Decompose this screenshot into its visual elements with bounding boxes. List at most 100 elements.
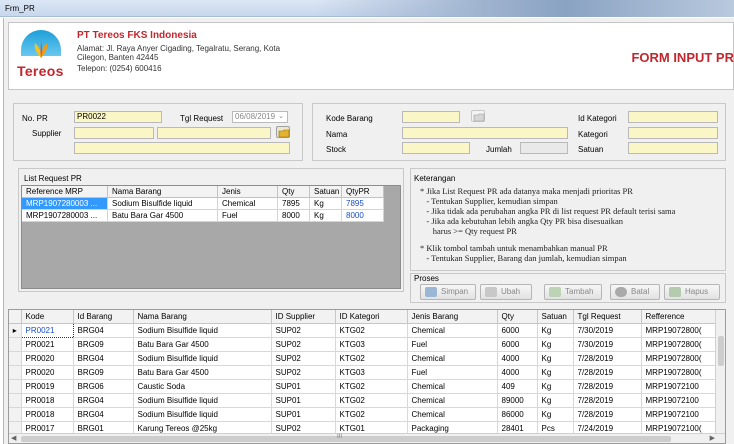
lr-col-qty[interactable]: Qty	[278, 186, 310, 198]
col-tgl-request[interactable]: Tgl Request	[573, 310, 642, 324]
table-cell[interactable]: KTG03	[335, 337, 408, 352]
table-cell[interactable]: MRP19072800(	[641, 323, 718, 338]
kode-barang-field[interactable]	[402, 111, 460, 123]
tambah-button[interactable]: Tambah	[544, 284, 602, 300]
lr-cell[interactable]: 8000	[278, 210, 310, 222]
col-id-barang[interactable]: Id Barang	[73, 310, 134, 324]
row-header[interactable]	[9, 351, 22, 366]
table-cell[interactable]: Kg	[537, 379, 574, 394]
vertical-scrollbar[interactable]	[715, 310, 725, 434]
jumlah-field[interactable]	[520, 142, 568, 154]
lr-cell[interactable]: Kg	[310, 210, 342, 222]
lr-col-nama[interactable]: Nama Barang	[108, 186, 218, 198]
table-cell[interactable]: KTG02	[335, 323, 408, 338]
hapus-button[interactable]: Hapus	[664, 284, 720, 300]
col-qty[interactable]: Qty	[497, 310, 538, 324]
lr-cell[interactable]: Fuel	[218, 210, 278, 222]
table-cell[interactable]: Sodium Bisulfide liquid	[133, 323, 272, 338]
table-cell[interactable]: 86000	[497, 407, 538, 422]
table-cell[interactable]: Fuel	[407, 365, 498, 380]
vertical-scroll-thumb[interactable]	[718, 336, 724, 366]
table-cell[interactable]: PR0018	[21, 393, 74, 408]
row-header[interactable]	[9, 407, 22, 422]
ubah-button[interactable]: Ubah	[480, 284, 532, 300]
table-cell[interactable]: PR0021	[20, 322, 74, 338]
table-row[interactable]: PR0021 BRG09 Batu Bara Gar 4500 SUP02 KTG03 F…	[9, 337, 718, 352]
table-cell[interactable]: Chemical	[407, 379, 498, 394]
kategori-field[interactable]	[628, 127, 718, 139]
table-cell[interactable]: PR0021	[21, 337, 74, 352]
table-cell[interactable]: MRP19072100	[641, 379, 718, 394]
supplier-name-field[interactable]	[157, 127, 271, 139]
lr-cell[interactable]: Sodium Bisulfide liquid	[108, 198, 218, 210]
table-cell[interactable]: Kg	[537, 365, 574, 380]
lr-cell[interactable]: Batu Bara Gar 4500	[108, 210, 218, 222]
no-pr-field[interactable]: PR0022	[74, 111, 162, 123]
lr-cell-qtypr[interactable]: 8000	[342, 210, 384, 222]
table-cell[interactable]: Kg	[537, 351, 574, 366]
table-cell[interactable]: 7/28/2019	[573, 365, 642, 380]
col-id-supplier[interactable]: ID Supplier	[271, 310, 336, 324]
table-cell[interactable]: BRG04	[73, 407, 134, 422]
horizontal-scroll-thumb[interactable]: III	[21, 434, 671, 442]
lr-cell[interactable]: MRP1907280003 ...	[22, 210, 108, 222]
table-cell[interactable]: BRG04	[73, 351, 134, 366]
col-kode[interactable]: Kode	[21, 310, 74, 324]
window-title-bar[interactable]: Frm_PR	[0, 0, 734, 17]
nama-barang-field[interactable]	[402, 127, 568, 139]
table-cell[interactable]: Chemical	[407, 323, 498, 338]
table-cell[interactable]: Sodium Bisulfide liquid	[133, 393, 272, 408]
table-cell[interactable]: 7/28/2019	[573, 393, 642, 408]
simpan-button[interactable]: Simpan	[420, 284, 476, 300]
table-cell[interactable]: 89000	[497, 393, 538, 408]
lr-cell[interactable]: 7895	[278, 198, 310, 210]
table-cell[interactable]: SUP01	[271, 393, 336, 408]
table-cell[interactable]: Caustic Soda	[133, 379, 272, 394]
table-cell[interactable]: 4000	[497, 365, 538, 380]
table-cell[interactable]: SUP02	[271, 365, 336, 380]
col-refference[interactable]: Refference	[641, 310, 718, 324]
pr-table[interactable]: Kode Id Barang Nama Barang ID Supplier I…	[9, 310, 718, 436]
stock-field[interactable]	[402, 142, 470, 154]
table-cell[interactable]: 7/30/2019	[573, 323, 642, 338]
table-cell[interactable]: 6000	[497, 323, 538, 338]
table-cell[interactable]: MRP19072100	[641, 393, 718, 408]
table-cell[interactable]: PR0020	[21, 365, 74, 380]
table-cell[interactable]: SUP01	[271, 407, 336, 422]
supplier-id-field[interactable]	[74, 127, 154, 139]
table-row[interactable]: PR0018 BRG04 Sodium Bisulfide liquid SUP01 K…	[9, 393, 718, 408]
table-cell[interactable]: MRP19072800(	[641, 365, 718, 380]
table-cell[interactable]: 7/30/2019	[573, 337, 642, 352]
lr-col-reference[interactable]: Reference MRP	[22, 186, 108, 198]
table-cell[interactable]: 7/28/2019	[573, 379, 642, 394]
table-cell[interactable]: Batu Bara Gar 4500	[133, 365, 272, 380]
table-cell[interactable]: MRP19072100	[641, 407, 718, 422]
table-cell[interactable]: BRG04	[73, 323, 134, 338]
table-cell[interactable]: SUP02	[271, 351, 336, 366]
current-row-indicator[interactable]: ▸	[9, 323, 22, 338]
table-cell[interactable]: Sodium Bisulfide liquid	[133, 407, 272, 422]
lr-cell[interactable]: Chemical	[218, 198, 278, 210]
table-cell[interactable]: Fuel	[407, 337, 498, 352]
table-cell[interactable]: 7/28/2019	[573, 407, 642, 422]
table-cell[interactable]: Kg	[537, 393, 574, 408]
table-cell[interactable]: KTG03	[335, 365, 408, 380]
satuan-field[interactable]	[628, 142, 718, 154]
table-row[interactable]: PR0020 BRG09 Batu Bara Gar 4500 SUP02 KTG03 F…	[9, 365, 718, 380]
table-cell[interactable]: Kg	[537, 323, 574, 338]
table-cell[interactable]: MRP19072800(	[641, 351, 718, 366]
table-cell[interactable]: 4000	[497, 351, 538, 366]
lr-col-satuan[interactable]: Satuan	[310, 186, 342, 198]
table-cell[interactable]: SUP01	[271, 379, 336, 394]
table-cell[interactable]: BRG09	[73, 365, 134, 380]
lr-cell-qtypr[interactable]: 7895	[342, 198, 384, 210]
row-header[interactable]	[9, 393, 22, 408]
chevron-down-icon[interactable]: ⌄	[278, 112, 284, 122]
table-cell[interactable]: Batu Bara Gar 4500	[133, 337, 272, 352]
col-nama-barang[interactable]: Nama Barang	[133, 310, 272, 324]
scroll-right-icon[interactable]: ▶	[710, 434, 715, 442]
lr-col-jenis[interactable]: Jenis	[218, 186, 278, 198]
supplier-lookup-button[interactable]	[276, 126, 290, 138]
table-cell[interactable]: Chemical	[407, 407, 498, 422]
table-cell[interactable]: KTG02	[335, 351, 408, 366]
